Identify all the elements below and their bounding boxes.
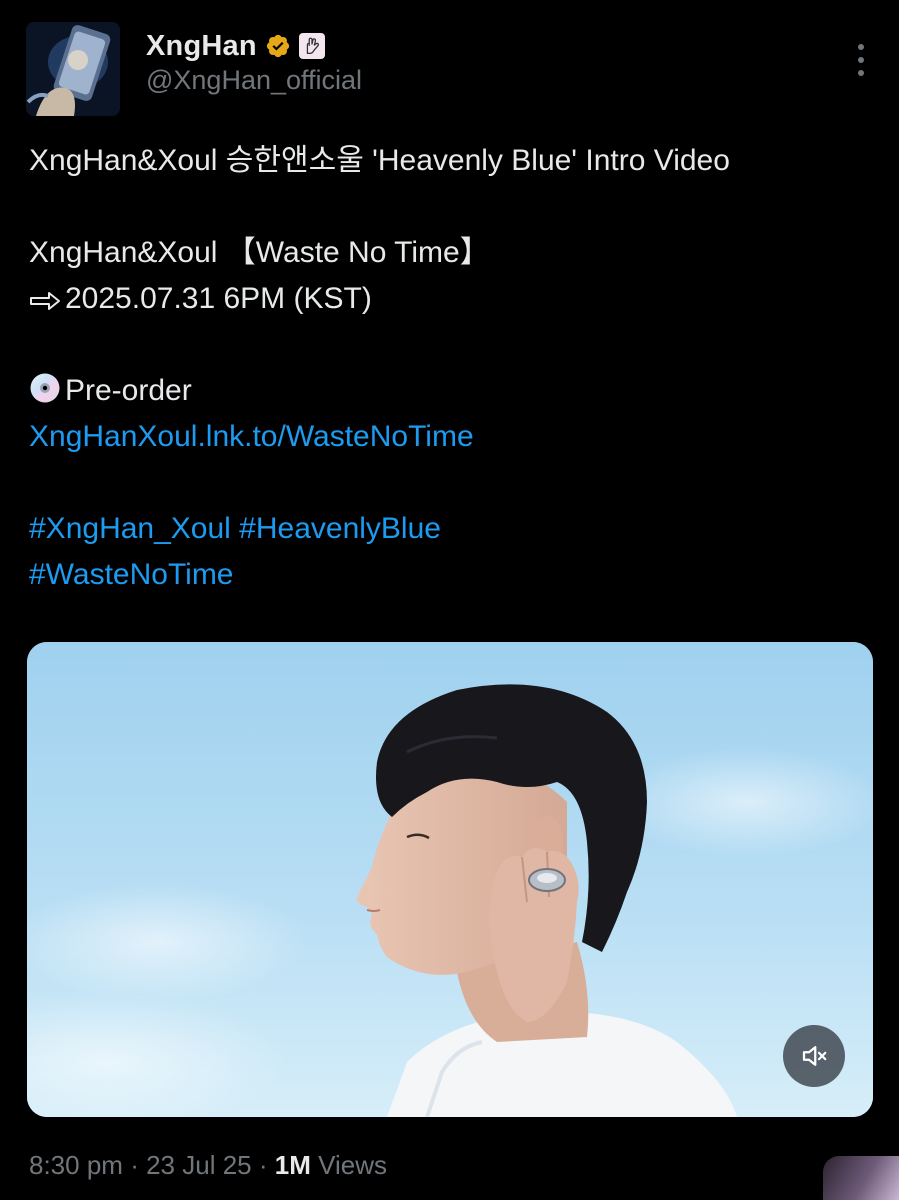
tweet-detail: XngHan @XngHan_official XngHan&Xoul 승한앤소… [0,0,899,1200]
avatar[interactable] [26,22,120,116]
tweet-line-title: XngHan&Xoul 승한앤소울 'Heavenly Blue' Intro … [29,144,730,177]
hashtag-link[interactable]: #XngHan_Xoul [29,512,231,545]
meta-separator: · [258,1150,268,1180]
author-name-row: XngHan [146,28,325,64]
preorder-label: Pre-order [65,374,192,407]
release-datetime: 2025.07.31 6PM (KST) [65,282,372,315]
verified-badge-icon [266,34,289,58]
tweet-line-date: 2025.07.31 6PM (KST) [29,276,874,322]
post-time[interactable]: 8:30 pm [29,1150,123,1180]
dot [858,70,864,76]
author-display-name[interactable]: XngHan [146,30,257,63]
tweet-line-release: XngHan&Xoul 【Waste No Time】 [29,236,490,269]
tweet-line-preorder: Pre-order [29,368,874,414]
dot [858,57,864,63]
tweet-line-hashtags-1: #XngHan_Xoul #HeavenlyBlue [29,506,874,552]
tweet-text: XngHan&Xoul 승한앤소울 'Heavenly Blue' Intro … [29,138,874,598]
author-handle[interactable]: @XngHan_official [146,65,362,96]
post-date[interactable]: 23 Jul 25 [146,1150,252,1180]
preorder-link[interactable]: XngHanXoul.lnk.to/WasteNoTime [29,420,474,453]
hand-sign-icon[interactable] [298,33,325,59]
hashtag-link[interactable]: #HeavenlyBlue [239,512,441,545]
tweet-line-link: XngHanXoul.lnk.to/WasteNoTime [29,414,874,460]
floating-thumbnail[interactable] [823,1156,899,1200]
cd-icon [30,373,60,403]
video-player[interactable] [27,642,873,1117]
views-count: 1M [274,1150,311,1180]
meta-separator: · [130,1150,139,1180]
arrow-right-icon [30,292,60,310]
video-frame [27,642,873,1117]
dot [858,44,864,50]
hashtag-link[interactable]: #WasteNoTime [29,558,234,591]
tweet-line-hashtags-2: #WasteNoTime [29,552,874,598]
more-options-icon[interactable] [853,44,869,76]
mute-toggle-button[interactable] [783,1025,845,1087]
tweet-meta: 8:30 pm · 23 Jul 25 · 1M Views [29,1150,387,1181]
views-label: Views [318,1150,388,1180]
volume-muted-icon [802,1046,827,1066]
